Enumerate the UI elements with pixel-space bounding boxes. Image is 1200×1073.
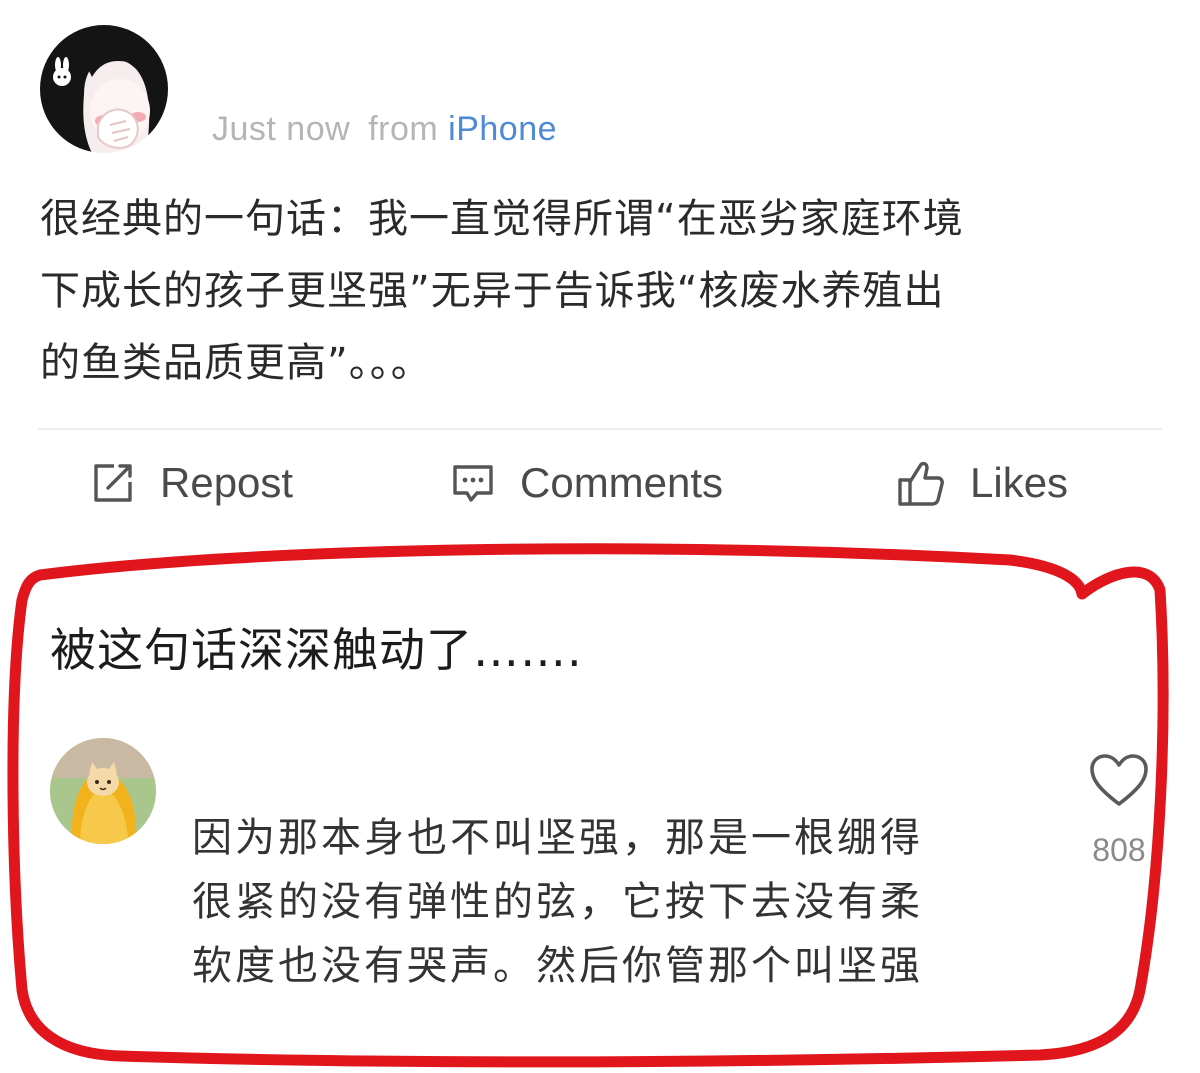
commenter-avatar[interactable] — [50, 738, 156, 844]
post-time: Just now — [212, 110, 351, 148]
thumbs-up-icon — [898, 461, 944, 506]
reply-like-count: 808 — [1092, 832, 1146, 868]
post-body-line: 下成长的孩子更坚强”无异于告诉我“核废水养殖出 — [40, 268, 945, 314]
likes-button[interactable]: Likes — [896, 455, 1068, 511]
comments-button[interactable]: Comments — [450, 455, 723, 511]
post-body-line: 很经典的一句话：我一直觉得所谓“在恶劣家庭环境 — [40, 196, 964, 242]
post-body-line: 的鱼类品质更高”。。。 — [40, 340, 432, 386]
reply-body: 因为那本身也不叫坚强，那是一根绷得 很紧的没有弹性的弦，它按下去没有柔 软度也没… — [192, 806, 1052, 998]
post-divider — [38, 428, 1162, 430]
repost-icon — [94, 464, 132, 502]
comment-headline: 被这句话深深触动了……. — [50, 623, 583, 677]
comments-label: Comments — [520, 459, 724, 506]
post-from-label: from — [368, 110, 439, 148]
repost-label: Repost — [160, 459, 294, 506]
reply-like-button[interactable]: 808 — [1084, 752, 1154, 869]
reply-body-line: 很紧的没有弹性的弦，它按下去没有柔 — [192, 879, 923, 925]
post-author-avatar[interactable] — [40, 25, 168, 153]
post-source-link[interactable]: iPhone — [448, 110, 557, 148]
reply-body-line: 软度也没有哭声。然后你管那个叫坚强 — [192, 943, 923, 989]
comment-icon — [453, 465, 493, 502]
reply-body-line: 因为那本身也不叫坚强，那是一根绷得 — [192, 815, 923, 861]
heart-icon — [1090, 754, 1148, 806]
post-body: 很经典的一句话：我一直觉得所谓“在恶劣家庭环境 下成长的孩子更坚强”无异于告诉我… — [40, 183, 1165, 399]
likes-label: Likes — [970, 459, 1069, 506]
post-meta: Just now from iPhone — [212, 110, 557, 149]
repost-button[interactable]: Repost — [90, 455, 293, 511]
